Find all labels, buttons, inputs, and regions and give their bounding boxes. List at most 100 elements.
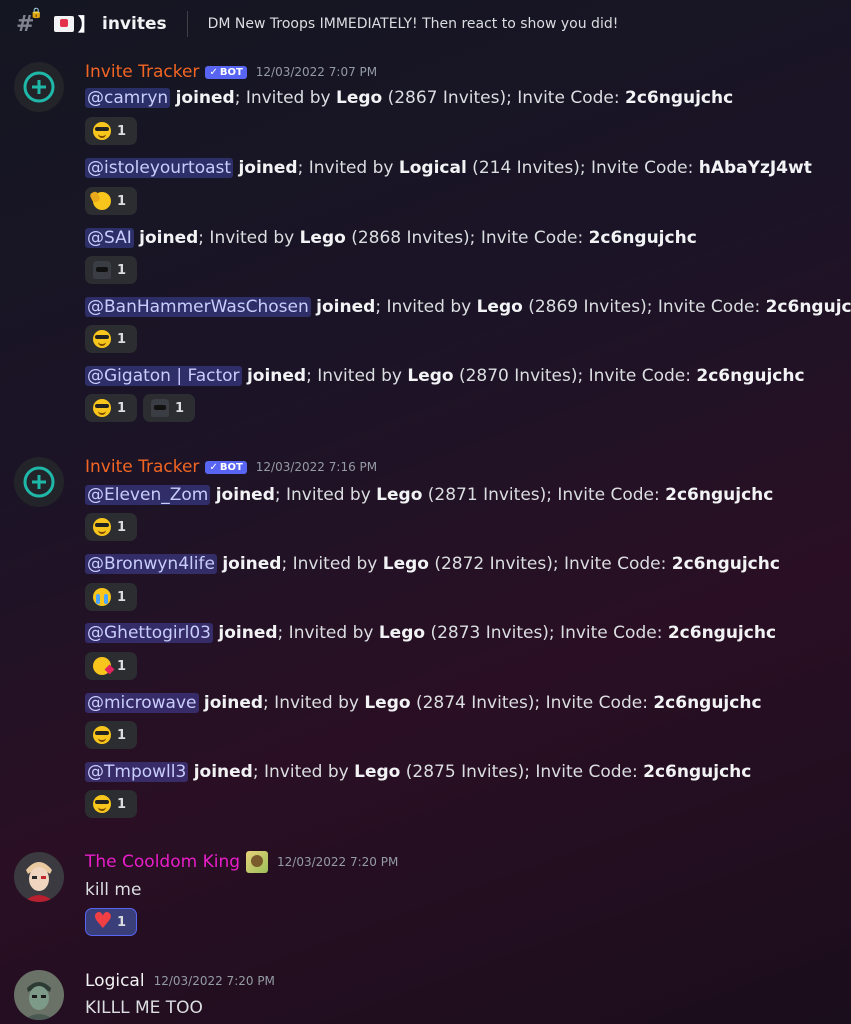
join-line: @Eleven_Zom joined; Invited by Lego (287… xyxy=(85,483,773,507)
join-line: @Gigaton | Factor joined; Invited by Leg… xyxy=(85,364,805,388)
joined-text: joined xyxy=(218,623,278,643)
avatar-image xyxy=(14,852,64,902)
reactions: 1 xyxy=(85,117,138,145)
bot-avatar[interactable] xyxy=(14,457,64,507)
invite-code: 2c6ngujchc xyxy=(665,485,774,505)
invite-code: 2c6ngujchc xyxy=(765,297,851,317)
inviter-name: Lego xyxy=(476,297,523,317)
join-line: @istoleyourtoast joined; Invited by Logi… xyxy=(85,156,812,180)
invite-count-text: (2870 Invites); Invite Code: xyxy=(453,366,697,386)
author-name[interactable]: Invite Tracker xyxy=(85,62,199,82)
reaction-count: 1 xyxy=(117,796,127,812)
user-avatar[interactable] xyxy=(14,970,64,1020)
user-mention[interactable]: @Gigaton | Factor xyxy=(85,366,242,386)
reactions: 1 xyxy=(85,790,138,818)
invited-by-text: ; Invited by xyxy=(297,158,399,178)
channel-bracket: 】 xyxy=(78,15,96,36)
user-mention[interactable]: @BanHammerWasChosen xyxy=(85,297,311,317)
cool-face-icon xyxy=(93,726,111,744)
invite-code: 2c6ngujchc xyxy=(653,693,762,713)
bot-avatar[interactable] xyxy=(14,62,64,112)
channel-name: invites xyxy=(102,14,167,34)
author-name[interactable]: The Cooldom King xyxy=(85,852,240,872)
salute-face-icon xyxy=(93,192,111,210)
reaction-button[interactable]: 1 xyxy=(85,117,138,145)
inviter-name: Lego xyxy=(364,693,411,713)
invite-code: hAbaYzJ4wt xyxy=(698,158,812,178)
reactions: 1 xyxy=(85,721,138,749)
reaction-button[interactable]: 1 xyxy=(85,256,138,284)
timestamp: 12/03/2022 7:16 PM xyxy=(255,460,378,474)
cool-face-icon xyxy=(93,518,111,536)
channel-topic[interactable]: DM New Troops IMMEDIATELY! Then react to… xyxy=(208,16,619,32)
invite-count-text: (2868 Invites); Invite Code: xyxy=(345,228,589,248)
message-header: Invite Tracker ✓ BOT 12/03/2022 7:16 PM xyxy=(85,455,377,479)
inviter-name: Logical xyxy=(398,158,467,178)
envelope-icon xyxy=(54,16,74,32)
reaction-button[interactable]: 1 xyxy=(85,394,138,422)
cool-face-icon xyxy=(93,122,111,140)
inviter-name: Lego xyxy=(382,554,429,574)
heart-icon xyxy=(93,909,113,934)
role-badge-icon xyxy=(246,851,269,873)
plus-circle-icon xyxy=(23,71,55,103)
user-mention[interactable]: @Bronwyn4life xyxy=(85,554,217,574)
reactions: 1 xyxy=(85,256,138,284)
inviter-name: Lego xyxy=(354,762,401,782)
user-mention[interactable]: @Tmpowll3 xyxy=(85,762,189,782)
joined-text: joined xyxy=(246,366,307,386)
plus-circle-icon xyxy=(23,466,55,498)
timestamp: 12/03/2022 7:07 PM xyxy=(255,65,378,79)
reaction-button[interactable]: 1 xyxy=(85,187,138,215)
reaction-button[interactable]: 1 xyxy=(85,790,138,818)
timestamp: 12/03/2022 7:20 PM xyxy=(277,855,399,869)
invite-count-text: (214 Invites); Invite Code: xyxy=(466,158,699,178)
invite-count-text: (2873 Invites); Invite Code: xyxy=(425,623,668,643)
joined-text: joined xyxy=(193,762,253,782)
invite-code: 2c6ngujchc xyxy=(643,762,752,782)
channel-header: # 🔒 】 invites DM New Troops IMMEDIATELY! … xyxy=(0,0,851,48)
invite-count-text: (2867 Invites); Invite Code: xyxy=(382,88,625,108)
reaction-count: 1 xyxy=(117,519,127,535)
reactions: 1 1 xyxy=(85,394,196,422)
inviter-name: Lego xyxy=(407,366,454,386)
reaction-button[interactable]: 1 xyxy=(85,513,138,541)
invite-code: 2c6ngujchc xyxy=(588,228,697,248)
kiss-face-icon xyxy=(93,657,111,675)
cool-face-icon xyxy=(93,399,111,417)
reaction-count: 1 xyxy=(117,589,127,605)
author-name[interactable]: Invite Tracker xyxy=(85,457,199,477)
reaction-button[interactable]: 1 xyxy=(85,583,138,611)
user-mention[interactable]: @microwave xyxy=(85,693,199,713)
reactions: 1 xyxy=(85,325,138,353)
invited-by-text: ; Invited by xyxy=(234,88,336,108)
reaction-button[interactable]: 1 xyxy=(85,325,138,353)
author-name[interactable]: Logical xyxy=(85,971,145,991)
joined-text: joined xyxy=(215,485,275,505)
reaction-button[interactable]: 1 xyxy=(143,394,196,422)
ninja-icon xyxy=(151,399,170,417)
joined-text: joined xyxy=(316,297,376,317)
bot-tag-label: BOT xyxy=(219,66,243,78)
reaction-button[interactable]: 1 xyxy=(85,652,138,680)
reactions: 1 xyxy=(85,583,138,611)
ninja-icon xyxy=(93,261,111,279)
joined-text: joined xyxy=(238,158,298,178)
user-avatar[interactable] xyxy=(14,852,64,902)
user-mention[interactable]: @Ghettogirl03 xyxy=(85,623,213,643)
user-mention[interactable]: @camryn xyxy=(85,88,171,108)
invite-code: 2c6ngujchc xyxy=(696,366,805,386)
reaction-button[interactable]: 1 xyxy=(85,721,138,749)
user-mention[interactable]: @Eleven_Zom xyxy=(85,485,211,505)
cool-face-icon xyxy=(93,330,111,348)
reaction-button[interactable]: 1 xyxy=(85,908,138,936)
joined-text: joined xyxy=(203,693,264,713)
invited-by-text: ; Invited by xyxy=(277,623,379,643)
joined-text: joined xyxy=(139,228,199,248)
invited-by-text: ; Invited by xyxy=(263,693,365,713)
message-text: kill me xyxy=(85,880,142,900)
reactions: 1 xyxy=(85,652,138,680)
user-mention[interactable]: @SAI xyxy=(85,228,134,248)
join-line: @Ghettogirl03 joined; Invited by Lego (2… xyxy=(85,621,776,645)
user-mention[interactable]: @istoleyourtoast xyxy=(85,158,234,178)
